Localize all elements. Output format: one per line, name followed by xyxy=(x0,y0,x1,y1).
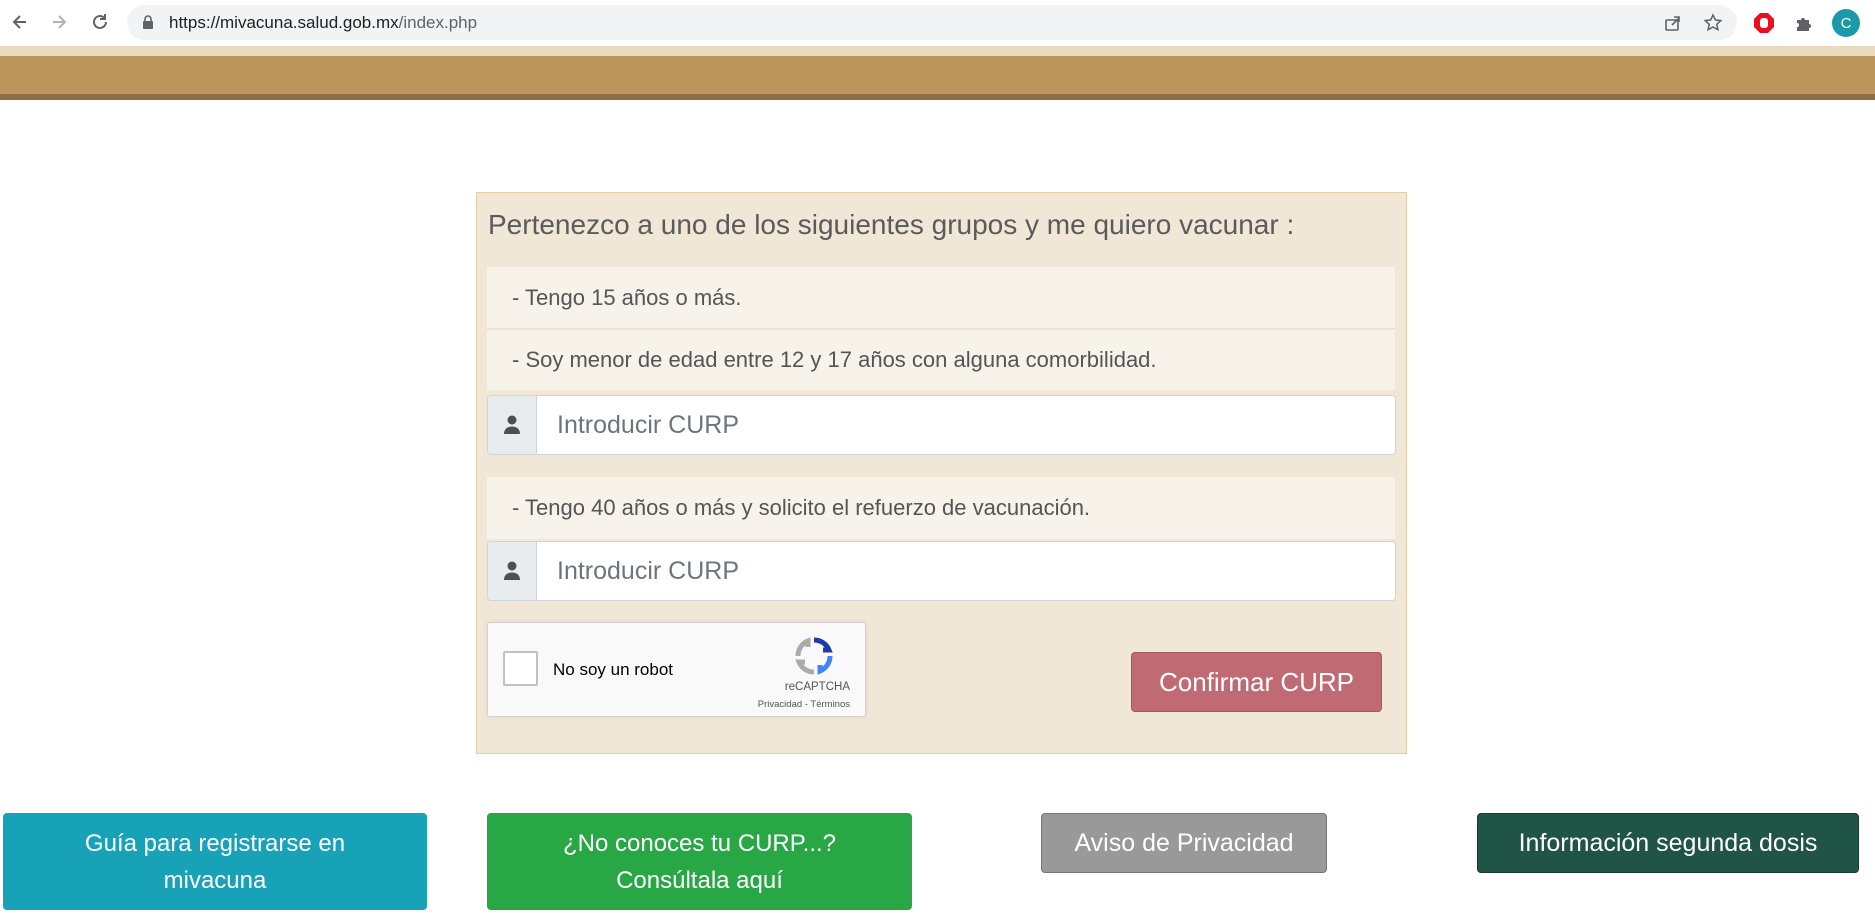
browser-toolbar: https://mivacuna.salud.gob.mx/index.php … xyxy=(0,0,1875,46)
lock-icon xyxy=(143,15,153,29)
puzzle-icon xyxy=(1797,18,1811,31)
recaptcha-logo-icon xyxy=(795,637,833,675)
curp-input-group-2 xyxy=(487,541,1396,601)
banner-top-strip xyxy=(0,46,1875,56)
registration-guide-button[interactable]: Guía para registrarse en mivacuna xyxy=(3,813,427,910)
arrow-right-icon xyxy=(53,15,67,29)
curp-lookup-button[interactable]: ¿No conoces tu CURP...? Consúltala aquí xyxy=(487,813,912,910)
confirm-curp-button[interactable]: Confirmar CURP xyxy=(1131,652,1382,712)
arrow-left-icon xyxy=(12,15,26,29)
header-banner xyxy=(0,56,1875,94)
banner-bottom-strip xyxy=(0,94,1875,100)
address-bar[interactable]: https://mivacuna.salud.gob.mx/index.php xyxy=(127,5,1737,40)
stop-hand-icon xyxy=(1754,13,1774,33)
vaccine-registration-card: Pertenezco a uno de los siguientes grupo… xyxy=(476,192,1407,754)
user-icon xyxy=(504,561,520,580)
reload-button[interactable] xyxy=(86,8,114,36)
forward-button[interactable] xyxy=(45,8,73,36)
privacy-notice-button[interactable]: Aviso de Privacidad xyxy=(1041,813,1327,873)
card-title: Pertenezco a uno de los siguientes grupo… xyxy=(488,209,1295,240)
url-text: https://mivacuna.salud.gob.mx/index.php xyxy=(169,13,478,32)
adblock-extension[interactable] xyxy=(1751,10,1777,36)
registration-guide-label: Guía para registrarse en mivacuna xyxy=(84,829,346,894)
recaptcha-widget: No soy un robot reCAPTCHA Privacidad - T… xyxy=(487,622,866,717)
curp-input-1[interactable] xyxy=(537,396,1395,454)
curp-lookup-label: ¿No conoces tu CURP...? Consúltala aquí xyxy=(562,829,836,894)
user-icon xyxy=(504,415,520,434)
share-icon[interactable] xyxy=(1663,13,1683,33)
curp-input-2[interactable] xyxy=(537,542,1395,600)
profile-avatar[interactable]: C xyxy=(1832,9,1860,37)
recaptcha-brand: reCAPTCHA xyxy=(784,681,850,693)
reload-icon xyxy=(93,14,107,29)
recaptcha-label: No soy un robot xyxy=(553,660,674,679)
extensions-button[interactable] xyxy=(1791,10,1817,36)
back-button[interactable] xyxy=(6,8,34,36)
curp-addon-2 xyxy=(488,542,537,600)
curp-input-group-1 xyxy=(487,395,1396,455)
group-option-minor-comorbidity: - Soy menor de edad entre 12 y 17 años c… xyxy=(487,330,1395,390)
bookmark-star-icon[interactable] xyxy=(1703,13,1723,33)
second-dose-info-button[interactable]: Información segunda dosis xyxy=(1477,813,1859,873)
group-option-booster-40-plus: - Tengo 40 años o más y solicito el refu… xyxy=(487,477,1395,539)
curp-addon-1 xyxy=(488,396,537,454)
recaptcha-privacy-terms-links[interactable]: Privacidad - Términos xyxy=(758,699,850,710)
group-option-15-plus: - Tengo 15 años o más. xyxy=(487,267,1395,329)
recaptcha-checkbox[interactable] xyxy=(503,651,538,686)
